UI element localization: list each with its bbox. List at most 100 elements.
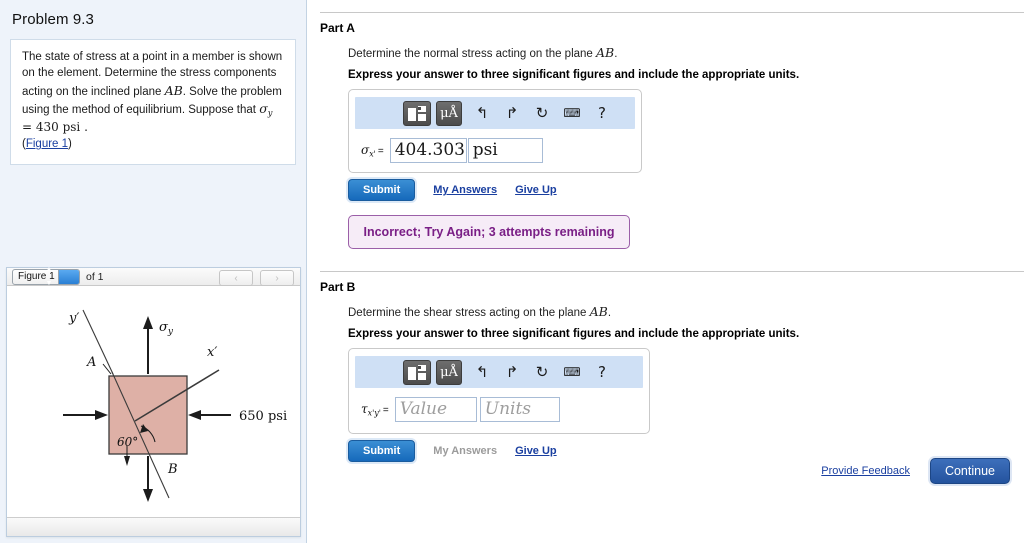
part-b-prompt: Determine the shear stress acting on the… [348,304,1024,319]
sizes-glyph-dot [418,365,421,369]
redo-icon[interactable]: ↱ [497,104,527,122]
reset-icon[interactable]: ↻ [527,104,557,122]
part-a-var-subscript: x' [369,149,376,159]
template-sizes-icon[interactable] [403,100,431,126]
figure-prev-button[interactable]: ‹ [219,270,253,286]
part-b-var-symbol: τ [361,401,368,416]
part-b-toolbar: μÅ ↰ ↱ ↻ ⌨ ? [355,356,643,388]
page-title: Problem 9.3 [12,11,94,28]
figure-panel-footer [7,517,300,536]
pressure-right-arrowhead [188,410,201,421]
part-a-prompt-text-2: . [614,48,618,60]
figure-body: y′ x′ A B σy 60° 650 psi [7,286,300,518]
part-a-heading: Part A [320,21,355,35]
sizes-glyph-left [408,107,416,121]
left-panel: Problem 9.3 The state of stress at a poi… [0,0,307,543]
help-icon[interactable]: ? [587,104,617,122]
figure-select[interactable]: Figure 1 ▲ ▼ [12,266,80,287]
reset-icon[interactable]: ↻ [527,363,557,381]
units-mu-angstrom-icon[interactable]: μÅ [436,359,462,385]
undo-icon[interactable]: ↰ [467,363,497,381]
label-sigma-y: σy [159,320,174,337]
stress-element-diagram: y′ x′ A B σy 60° 650 psi [63,309,287,503]
redo-icon[interactable]: ↱ [497,363,527,381]
undo-icon[interactable]: ↰ [467,104,497,122]
sizes-glyph-dot [418,106,421,110]
part-b-instruction: Express your answer to three significant… [348,328,800,340]
help-icon[interactable]: ? [587,363,617,381]
part-a-value-input[interactable]: 404.303 [389,138,467,163]
part-b-answer-box: μÅ ↰ ↱ ↻ ⌨ ? τx'y' = Value Units [348,348,650,434]
statement-text-3: = 430 psi . [22,120,88,135]
figure-panel: Figure 1 ▲ ▼ of 1 ‹ › y′ x′ A B σy 60° 6… [6,266,301,537]
label-a-tick [102,363,112,375]
pressure-left-arrowhead [95,410,108,421]
label-x-prime: x′ [207,345,217,360]
main-content: Part A Determine the normal stress actin… [320,0,1024,543]
provide-feedback-link[interactable]: Provide Feedback [821,465,910,477]
part-b-prompt-text-2: . [607,307,612,319]
label-angle-60: 60° [117,435,138,449]
sizes-glyph-bottom-right [418,372,426,380]
part-a-submit-button[interactable]: Submit [348,179,416,201]
units-mu-label: μÅ [440,364,458,380]
sizes-glyph-bottom-right [418,113,426,121]
template-sizes-icon[interactable] [403,359,431,385]
part-b-var-subscript: x'y' [367,408,381,418]
part-a-instruction: Express your answer to three significant… [348,69,800,81]
figure-link-wrap: (Figure 1) [22,138,72,151]
label-b: B [167,462,178,477]
sizes-glyph-left [408,366,416,380]
sigma-subscript: y [267,107,273,118]
continue-button[interactable]: Continue [929,458,1010,484]
part-a-variable-label: σx' = [361,143,384,158]
part-a-my-answers-link[interactable]: My Answers [433,184,497,196]
keyboard-icon[interactable]: ⌨ [557,106,587,120]
part-b-answer-row: τx'y' = Value Units [361,397,649,422]
label-a: A [86,355,96,370]
part-b-give-up-link[interactable]: Give Up [515,445,557,457]
part-b-equals-sign: = [382,404,389,416]
part-a-give-up-link[interactable]: Give Up [515,184,557,196]
part-a-toolbar: μÅ ↰ ↱ ↻ ⌨ ? [355,97,635,129]
part-b-variable-label: τx'y' = [361,402,389,417]
part-a-button-row: Submit My Answers Give Up [348,179,1024,201]
part-a-feedback-banner: Incorrect; Try Again; 3 attempts remaini… [348,215,630,249]
sigma-symbol: σ [259,100,268,116]
part-b-divider [320,271,1024,272]
page-root: Problem 9.3 The state of stress at a poi… [0,0,1024,543]
part-b-prompt-text-1: Determine the shear stress acting on the… [348,307,590,319]
part-b-value-input[interactable]: Value [394,397,477,422]
keyboard-icon[interactable]: ⌨ [557,365,587,379]
units-mu-angstrom-icon[interactable]: μÅ [436,100,462,126]
part-b-units-input[interactable]: Units [479,397,560,422]
label-650-psi: 650 psi [239,409,287,424]
figure-count-label: of 1 [86,270,104,283]
part-a-plane-ab: AB [596,45,615,60]
part-a-answer-box: μÅ ↰ ↱ ↻ ⌨ ? σx' = 404.303 psi [348,89,642,173]
figure-panel-header: Figure 1 ▲ ▼ of 1 ‹ › [7,266,300,287]
spinner-up-icon: ▲ [45,265,53,273]
sigma-y-top-arrowhead [143,316,153,330]
part-a-equals-sign: = [377,145,384,157]
part-b-heading: Part B [320,280,356,294]
label-y-prime: y′ [68,311,79,326]
problem-statement: The state of stress at a point in a memb… [10,39,296,165]
part-b-submit-button[interactable]: Submit [348,440,416,462]
figure-select-spinner-icon[interactable]: ▲ ▼ [46,266,79,287]
angle-base-tick-head [124,456,130,467]
figure-next-button[interactable]: › [260,270,294,286]
part-b-my-answers-link: My Answers [433,445,498,457]
figure-1-link[interactable]: Figure 1 [26,138,68,150]
part-a-var-symbol: σ [361,142,370,157]
part-b-plane-ab: AB [589,304,608,319]
sigma-y-bottom-arrowhead [143,489,153,503]
part-a-units-input[interactable]: psi [467,138,543,163]
part-a-divider [320,12,1024,13]
units-mu-label: μÅ [440,105,458,121]
statement-plane-ab: AB [164,82,183,98]
part-a-answer-row: σx' = 404.303 psi [361,138,641,163]
footer-row: Provide Feedback Continue [821,458,1010,484]
part-a-prompt-text-1: Determine the normal stress acting on th… [348,48,597,60]
part-a-prompt: Determine the normal stress acting on th… [348,45,1024,60]
